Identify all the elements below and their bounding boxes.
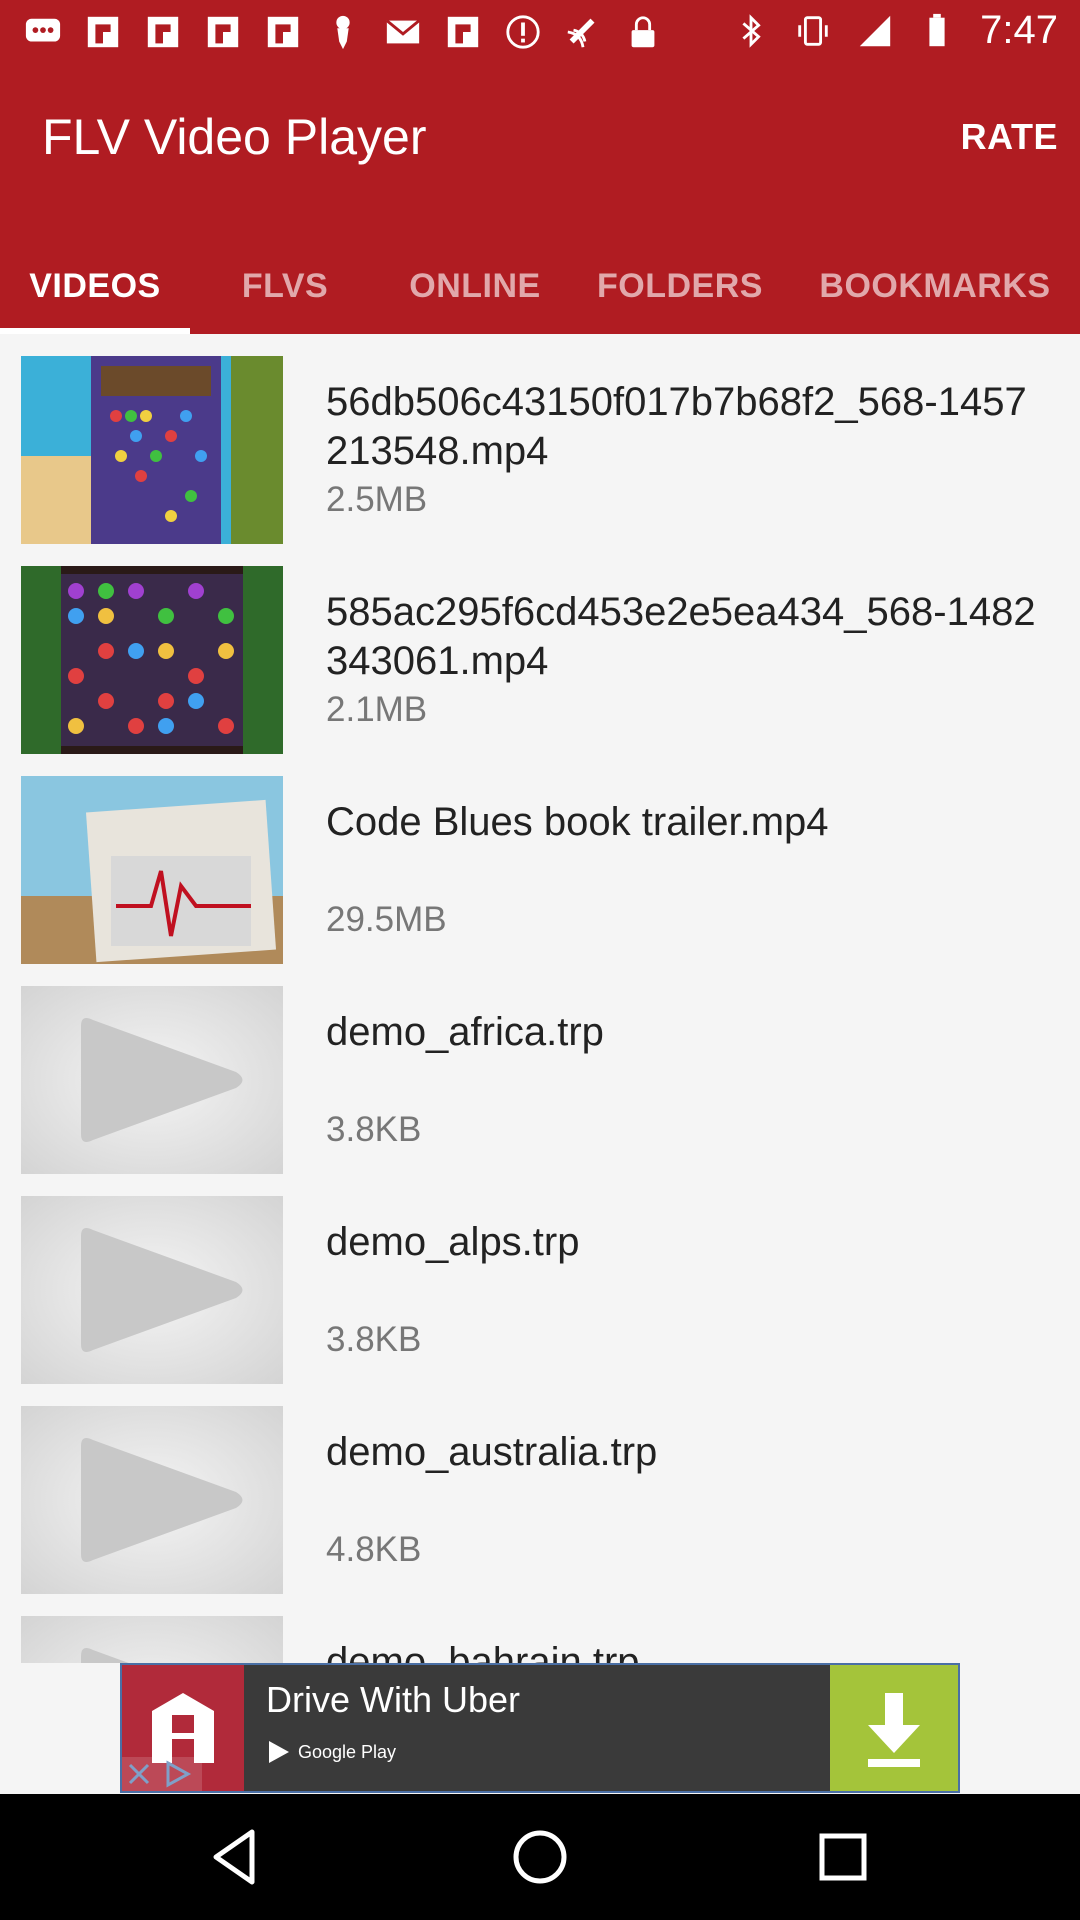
list-item[interactable]: Code Blues book trailer.mp4 29.5MB (0, 760, 1080, 970)
tab-online[interactable]: ONLINE (390, 244, 560, 334)
rate-button[interactable]: RATE (961, 116, 1058, 158)
play-icon (21, 1616, 283, 1663)
flipboard-icon (447, 16, 479, 48)
system-indicators: 7:47 (732, 8, 1058, 53)
video-name: 56db506c43150f017b7b68f2_568-1457213548.… (326, 380, 1027, 473)
flipboard-icon (267, 16, 299, 48)
tab-folders[interactable]: FOLDERS (590, 244, 770, 334)
list-item[interactable]: 56db506c43150f017b7b68f2_568-1457213548.… (0, 340, 1080, 550)
video-thumbnail (21, 1616, 283, 1663)
google-play-icon (269, 1741, 289, 1763)
ad-store-label: Google Play (298, 1741, 397, 1762)
list-item[interactable]: demo_australia.trp 4.8KB (0, 1390, 1080, 1600)
list-item[interactable]: 585ac295f6cd453e2e5ea434_568-1482343061.… (0, 550, 1080, 760)
tab-flvs[interactable]: FLVS (210, 244, 360, 334)
video-thumbnail (21, 986, 283, 1174)
tab-bookmarks[interactable]: BOOKMARKS (810, 244, 1060, 334)
ad-close-icon[interactable] (122, 1757, 202, 1791)
ad-title: Drive With Uber (266, 1679, 521, 1720)
game-gems-grid-thumbnail (21, 566, 283, 754)
download-button[interactable] (830, 1665, 958, 1791)
video-size: 29.5MB (326, 900, 447, 939)
play-icon (21, 1406, 283, 1594)
bluetooth-icon (742, 13, 761, 48)
list-item[interactable]: demo_alps.trp 3.8KB (0, 1180, 1080, 1390)
ad-banner[interactable]: Drive With Uber Google Play (120, 1663, 960, 1793)
play-icon (21, 1196, 283, 1384)
battery-icon (929, 13, 945, 46)
notification-icons (24, 12, 662, 52)
flipboard-icon (207, 16, 239, 48)
app-bar: FLV Video Player RATE VIDEOS FLVS ONLINE… (0, 64, 1080, 334)
video-name: Code Blues book trailer.mp4 (326, 800, 829, 844)
home-icon[interactable] (507, 1824, 573, 1890)
game-gems-island-thumbnail (21, 356, 283, 544)
video-thumbnail (21, 1406, 283, 1594)
video-size: 2.5MB (326, 480, 428, 519)
flipboard-icon (147, 16, 179, 48)
pin-icon (336, 15, 350, 50)
navigation-bar (0, 1794, 1080, 1920)
video-size: 4.8KB (326, 1530, 422, 1569)
signal-icon (859, 15, 891, 46)
video-thumbnail (21, 776, 283, 964)
video-name: demo_alps.trp (326, 1220, 580, 1264)
mail-icon (385, 19, 421, 44)
lock-icon (631, 16, 655, 48)
messages-icon (25, 18, 61, 42)
flipboard-icon (87, 16, 119, 48)
ad-store: Google Play (266, 1739, 396, 1765)
video-name: demo_australia.trp (326, 1430, 658, 1474)
list-item[interactable]: demo_africa.trp 3.8KB (0, 970, 1080, 1180)
video-name: 585ac295f6cd453e2e5ea434_568-1482343061.… (326, 590, 1036, 683)
video-size: 3.8KB (326, 1110, 422, 1149)
download-icon (868, 1693, 920, 1767)
video-thumbnail (21, 1196, 283, 1384)
list-item[interactable]: demo_bahrain.trp (0, 1600, 1080, 1663)
alert-icon (506, 15, 540, 49)
video-thumbnail (21, 356, 283, 544)
video-list[interactable]: 56db506c43150f017b7b68f2_568-1457213548.… (0, 340, 1080, 1663)
video-size: 2.1MB (326, 690, 428, 729)
fake-gps-icon (567, 18, 595, 48)
ad-choices[interactable] (122, 1757, 202, 1791)
video-size: 3.8KB (326, 1320, 422, 1359)
status-bar: 7:47 (0, 0, 1080, 64)
tab-indicator (0, 328, 190, 334)
app-title: FLV Video Player (42, 109, 427, 165)
clock: 7:47 (980, 8, 1058, 52)
video-name: demo_africa.trp (326, 1010, 604, 1054)
heartbeat-photo-thumbnail (21, 776, 283, 964)
video-thumbnail (21, 566, 283, 754)
vibrate-icon (798, 15, 828, 46)
video-name: demo_bahrain.trp (326, 1640, 640, 1663)
back-icon[interactable] (202, 1824, 268, 1890)
play-icon (21, 986, 283, 1174)
tab-bar: VIDEOS FLVS ONLINE FOLDERS BOOKMARKS (0, 244, 1080, 334)
tab-videos[interactable]: VIDEOS (10, 244, 180, 334)
recents-icon[interactable] (810, 1824, 876, 1890)
